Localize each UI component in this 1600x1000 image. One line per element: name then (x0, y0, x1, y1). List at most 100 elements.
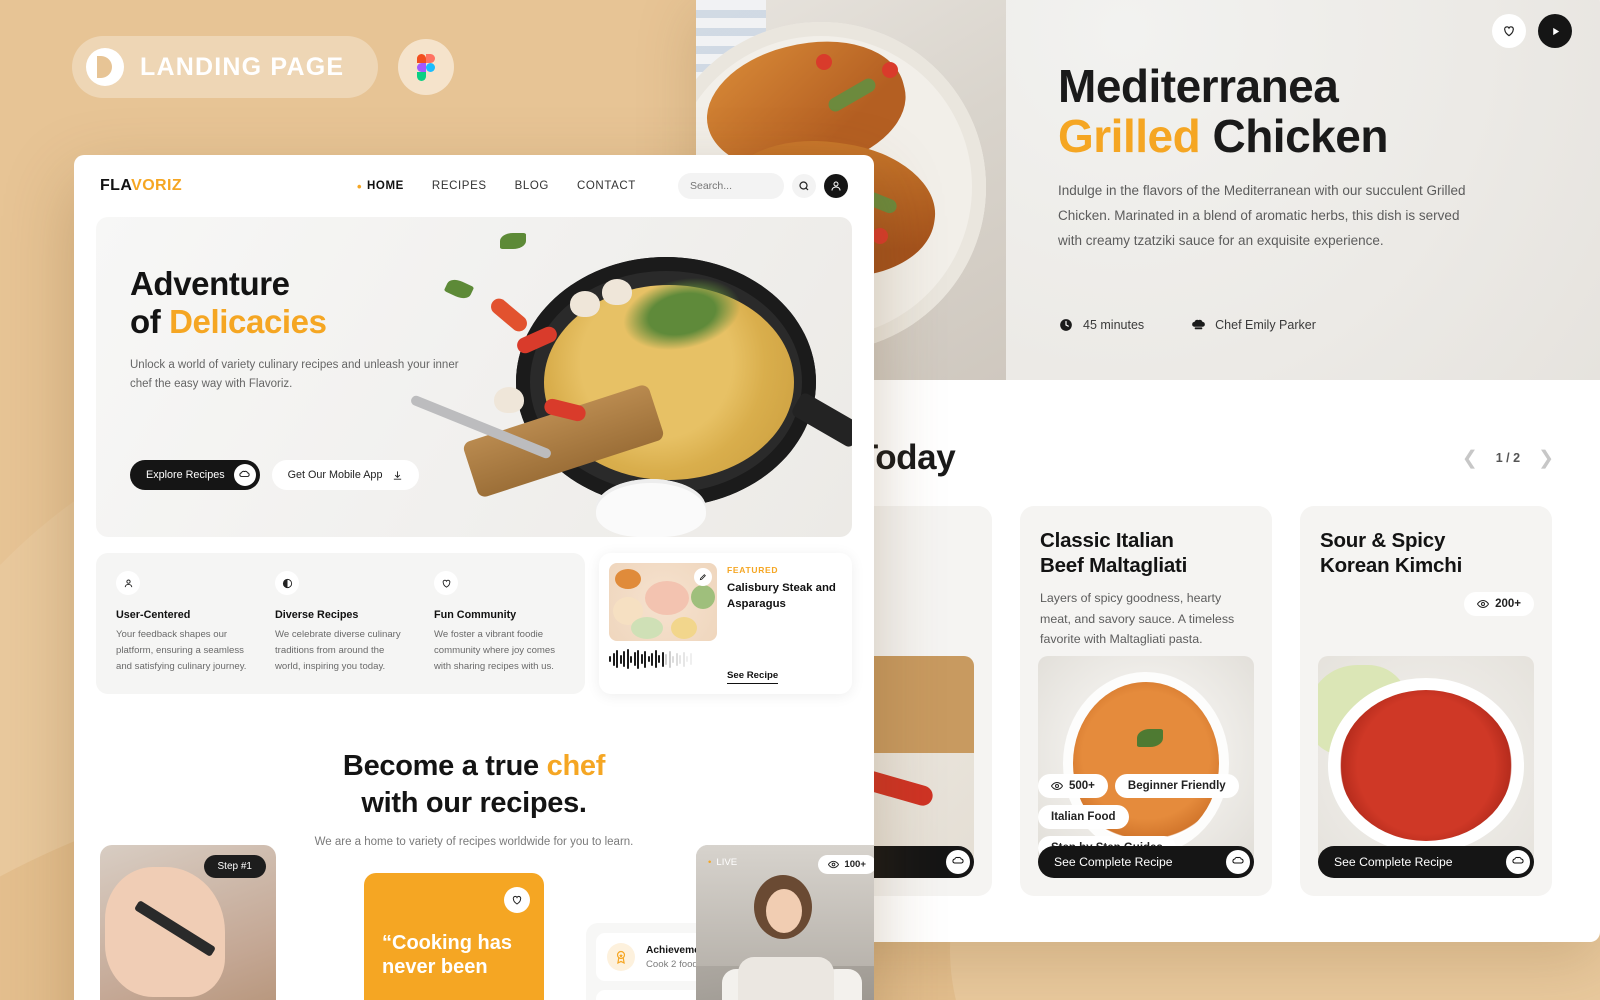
views-chip: 100+ (818, 855, 874, 874)
quote-card: “Cooking has never been (364, 873, 544, 1000)
landing-hero-subtitle: Unlock a world of variety culinary recip… (130, 358, 459, 391)
play-icon[interactable] (1538, 14, 1572, 48)
featured-title: Calisbury Steak and Asparagus (727, 582, 836, 610)
get-mobile-app-button[interactable]: Get Our Mobile App (271, 460, 420, 490)
hero-title-accent: Grilled (1058, 109, 1213, 162)
explore-recipes-button[interactable]: Explore Recipes (130, 460, 260, 490)
chef-section: Become a true chef with our recipes. We … (74, 748, 874, 852)
recipe-card-desc: Layers of spicy goodness, hearty meat, a… (1040, 591, 1235, 646)
nav-item-contact[interactable]: CONTACT (577, 180, 636, 192)
chef-cards: Step #1 “Cooking has never been Achievem… (100, 845, 874, 1000)
get-mobile-app-label: Get Our Mobile App (287, 469, 383, 481)
landing-hero-cta-row: Explore Recipes Get Our Mobile App (130, 460, 420, 490)
pager-count: 1 / 2 (1495, 451, 1521, 465)
landing-hero-text: Adventure of Delicacies Unlock a world o… (130, 265, 460, 395)
brand-first: FLA (100, 177, 132, 194)
chef-heading-plain: Become a true (342, 750, 547, 783)
edit-icon[interactable] (694, 568, 712, 586)
brand-logo[interactable]: FLAVORIZ (100, 177, 182, 195)
audio-right: FEATURED Calisbury Steak and Asparagus S… (717, 553, 852, 694)
chef-hat-icon (946, 850, 970, 874)
tag-chip: Beginner Friendly (1114, 774, 1239, 798)
feature-diverse-recipes: Diverse Recipes We celebrate diverse cul… (275, 571, 406, 674)
hero-chef-label: Chef Emily Parker (1215, 318, 1316, 332)
search-input[interactable] (690, 180, 772, 192)
hero-title-line1: Mediterranea (1058, 60, 1339, 112)
landing-hero-title-line1: Adventure (130, 265, 290, 302)
landing-hero: Adventure of Delicacies Unlock a world o… (96, 217, 852, 537)
chef-heading: Become a true chef with our recipes. (74, 748, 874, 821)
chef-hat-icon (233, 464, 256, 486)
recipe-card[interactable]: Classic Italian Beef Maltagliati Layers … (1020, 506, 1272, 896)
heart-icon (434, 571, 458, 595)
chef-hat-icon (1190, 317, 1206, 333)
chef-hat-icon (1226, 850, 1250, 874)
recipes-pager: ❮ 1 / 2 ❯ (1462, 447, 1554, 470)
step-badge: Step #1 (203, 855, 266, 878)
nav-item-home[interactable]: HOME (357, 179, 404, 194)
chevron-right-icon[interactable]: ❯ (1538, 447, 1554, 470)
featured-label: FEATURED (727, 565, 779, 575)
explore-recipes-label: Explore Recipes (146, 469, 225, 481)
landing-hero-title: Adventure of Delicacies (130, 265, 460, 342)
recipe-card[interactable]: Sour & Spicy Korean Kimchi 200+ See Comp… (1300, 506, 1552, 896)
landing-page-window: FLAVORIZ HOME RECIPES BLOG CONTACT (74, 155, 874, 1000)
audio-waveform (609, 649, 717, 669)
chef-heading-accent: chef (546, 750, 606, 783)
landing-page-label: LANDING PAGE (140, 52, 345, 81)
award-icon (607, 943, 635, 971)
hero-time: 45 minutes (1058, 317, 1144, 333)
feature-cards: User-Centered Your feedback shapes our p… (96, 553, 585, 695)
hero-description: Indulge in the flavors of the Mediterran… (1058, 183, 1466, 249)
live-stream-card[interactable]: LIVE 100+ (696, 845, 874, 1000)
see-complete-recipe-button[interactable]: See Complete Recipe (1038, 846, 1254, 878)
download-icon (392, 470, 403, 481)
search-box[interactable] (678, 173, 784, 199)
live-badge: LIVE (708, 857, 737, 868)
heart-icon[interactable] (504, 887, 530, 913)
nav-item-recipes[interactable]: RECIPES (432, 180, 487, 192)
views-chip: 200+ (1464, 592, 1534, 616)
landing-hero-title-accent: Delicacies (169, 303, 327, 341)
nav-item-blog[interactable]: BLOG (515, 180, 549, 192)
recipe-card-title: Classic Italian Beef Maltagliati (1040, 529, 1188, 578)
chevron-left-icon[interactable]: ❮ (1462, 447, 1478, 470)
search-icon[interactable] (792, 174, 816, 198)
feature-title: User-Centered (116, 609, 191, 621)
featured-audio-card[interactable]: FEATURED Calisbury Steak and Asparagus S… (599, 553, 852, 695)
feature-title: Fun Community (434, 609, 517, 621)
heart-icon[interactable] (1492, 14, 1526, 48)
recipe-card-photo (1318, 656, 1534, 871)
badge-row: LANDING PAGE (72, 36, 455, 98)
landing-navbar: FLAVORIZ HOME RECIPES BLOG CONTACT (74, 155, 874, 217)
chef-hat-icon (1506, 850, 1530, 874)
nav-links: HOME RECIPES BLOG CONTACT (357, 179, 636, 194)
see-recipe-link[interactable]: See Recipe (727, 670, 779, 685)
see-complete-recipe-button[interactable]: See Complete Recipe (1318, 846, 1534, 878)
featured-thumbnail (609, 563, 717, 641)
feature-user-centered: User-Centered Your feedback shapes our p… (116, 571, 247, 674)
hero-meta: 45 minutes Chef Emily Parker (1058, 317, 1316, 333)
hero-title: Mediterranea Grilled Chicken (1058, 60, 1556, 162)
step-card: Step #1 (100, 845, 276, 1000)
hero-time-label: 45 minutes (1083, 318, 1145, 332)
recipe-card-title: Sour & Spicy Korean Kimchi (1320, 529, 1463, 578)
landing-page-badge: LANDING PAGE (72, 36, 379, 98)
landing-hero-title-plain: of (130, 303, 170, 341)
avatar[interactable] (824, 174, 848, 198)
user-icon (116, 571, 140, 595)
nav-search-area (678, 173, 848, 199)
contrast-icon (275, 571, 299, 595)
clock-icon (1058, 317, 1074, 333)
views-chip: 500+ (1038, 774, 1108, 798)
feature-title: Diverse Recipes (275, 609, 359, 621)
feature-desc: Your feedback shapes our platform, ensur… (116, 629, 247, 672)
tag-chip: Italian Food (1038, 805, 1129, 829)
feature-fun-community: Fun Community We foster a vibrant foodie… (434, 571, 565, 674)
brand-second: VORIZ (131, 177, 183, 194)
feature-desc: We celebrate diverse culinary traditions… (275, 629, 401, 672)
quote-text: “Cooking has never been (382, 932, 513, 978)
hero-actions (1492, 14, 1572, 48)
chef-heading-line2: with our recipes. (361, 786, 587, 819)
live-views-label: 100+ (844, 859, 866, 870)
